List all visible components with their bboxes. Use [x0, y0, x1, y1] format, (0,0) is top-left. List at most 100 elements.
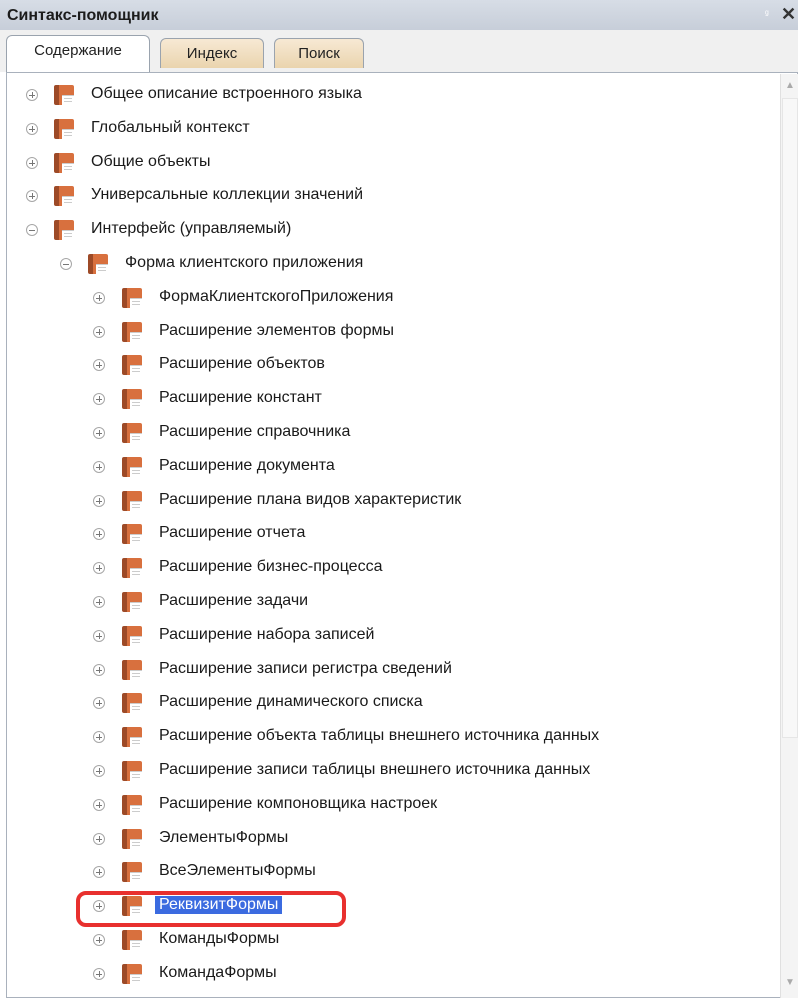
- tree-row[interactable]: Глобальный контекст: [0, 116, 778, 146]
- expand-toggle-icon[interactable]: [26, 123, 38, 135]
- book-icon: [122, 862, 142, 883]
- tree-row[interactable]: Универсальные коллекции значений: [0, 183, 778, 213]
- vertical-scrollbar[interactable]: ▲ ▼: [780, 74, 798, 998]
- tree-item-label[interactable]: Универсальные коллекции значений: [91, 186, 363, 204]
- tree-item-label[interactable]: Расширение набора записей: [159, 626, 374, 644]
- book-icon: [122, 592, 142, 613]
- expand-toggle-icon[interactable]: [93, 326, 105, 338]
- book-icon: [122, 423, 142, 444]
- book-icon: [122, 389, 142, 410]
- tree-row[interactable]: Расширение компоновщика настроек: [0, 792, 778, 822]
- tree-row[interactable]: Интерфейс (управляемый): [0, 217, 778, 247]
- expand-toggle-icon[interactable]: [93, 393, 105, 405]
- expand-toggle-icon[interactable]: [93, 596, 105, 608]
- tree-row[interactable]: Общее описание встроенного языка: [0, 82, 778, 112]
- scroll-down-arrow-icon[interactable]: ▼: [783, 976, 797, 990]
- tree-row[interactable]: ЭлементыФормы: [0, 826, 778, 856]
- expand-toggle-icon[interactable]: [26, 190, 38, 202]
- expand-toggle-icon[interactable]: [93, 731, 105, 743]
- expand-toggle-icon[interactable]: [93, 461, 105, 473]
- tree-row[interactable]: Расширение динамического списка: [0, 690, 778, 720]
- tree-row[interactable]: Расширение отчета: [0, 521, 778, 551]
- book-icon: [122, 795, 142, 816]
- tree-item-label[interactable]: ЭлементыФормы: [159, 829, 288, 847]
- expand-toggle-icon[interactable]: [93, 866, 105, 878]
- tree-item-label[interactable]: Расширение плана видов характеристик: [159, 491, 461, 509]
- tree-row[interactable]: ФормаКлиентскогоПриложения: [0, 285, 778, 315]
- tree-item-label[interactable]: КомандыФормы: [159, 930, 279, 948]
- tree-item-label[interactable]: Общие объекты: [91, 153, 211, 171]
- tree-item-label[interactable]: Форма клиентского приложения: [125, 254, 363, 272]
- tree-item-label[interactable]: Глобальный контекст: [91, 119, 250, 137]
- book-icon: [54, 85, 74, 106]
- tree-row[interactable]: Расширение плана видов характеристик: [0, 488, 778, 518]
- tree-item-label[interactable]: Расширение динамического списка: [159, 693, 423, 711]
- scroll-up-arrow-icon[interactable]: ▲: [783, 79, 797, 93]
- tree-item-label[interactable]: Расширение отчета: [159, 524, 305, 542]
- book-icon: [122, 829, 142, 850]
- tree-item-label[interactable]: Расширение элементов формы: [159, 322, 394, 340]
- expand-toggle-icon[interactable]: [93, 934, 105, 946]
- expand-toggle-icon[interactable]: [93, 292, 105, 304]
- expand-toggle-icon[interactable]: [93, 799, 105, 811]
- expand-toggle-icon[interactable]: [93, 359, 105, 371]
- expand-toggle-icon[interactable]: [93, 562, 105, 574]
- tree-row[interactable]: ВсеЭлементыФормы: [0, 859, 778, 889]
- tree-item-label[interactable]: Интерфейс (управляемый): [91, 220, 291, 238]
- expand-toggle-icon[interactable]: [93, 427, 105, 439]
- expand-toggle-icon[interactable]: [93, 765, 105, 777]
- tree-row[interactable]: Форма клиентского приложения: [0, 251, 778, 281]
- tree-row[interactable]: Расширение элементов формы: [0, 319, 778, 349]
- tab-search[interactable]: Поиск: [274, 38, 364, 68]
- close-icon[interactable]: ✕: [781, 4, 796, 25]
- pin-icon[interactable]: ᵍ: [765, 9, 769, 20]
- book-icon: [122, 558, 142, 579]
- book-icon: [122, 964, 142, 985]
- tab-contents[interactable]: Содержание: [6, 35, 150, 73]
- tree-row[interactable]: КомандыФормы: [0, 927, 778, 957]
- tree-item-label[interactable]: Расширение компоновщика настроек: [159, 795, 437, 813]
- tree-item-label[interactable]: Расширение записи регистра сведений: [159, 660, 452, 678]
- expand-toggle-icon[interactable]: [93, 968, 105, 980]
- tree-row[interactable]: Расширение записи таблицы внешнего источ…: [0, 758, 778, 788]
- expand-toggle-icon[interactable]: [93, 495, 105, 507]
- tree-item-label[interactable]: Расширение констант: [159, 389, 322, 407]
- tree-row[interactable]: Расширение справочника: [0, 420, 778, 450]
- tree-item-label[interactable]: Расширение задачи: [159, 592, 308, 610]
- tree-row[interactable]: Расширение объектов: [0, 352, 778, 382]
- expand-toggle-icon[interactable]: [93, 833, 105, 845]
- tree-item-label[interactable]: ФормаКлиентскогоПриложения: [159, 288, 393, 306]
- book-icon: [54, 153, 74, 174]
- tree-item-label[interactable]: Расширение документа: [159, 457, 335, 475]
- book-icon: [54, 119, 74, 140]
- tab-index[interactable]: Индекс: [160, 38, 264, 68]
- tree-item-label[interactable]: ВсеЭлементыФормы: [159, 862, 316, 880]
- scrollbar-thumb[interactable]: [782, 98, 798, 738]
- expand-toggle-icon[interactable]: [93, 528, 105, 540]
- tree-row[interactable]: Расширение документа: [0, 454, 778, 484]
- expand-toggle-icon[interactable]: [93, 630, 105, 642]
- tree-row[interactable]: КомандаФормы: [0, 961, 778, 991]
- tree-row[interactable]: Расширение записи регистра сведений: [0, 657, 778, 687]
- title-bar: Синтакс-помощник ᵍ ✕: [0, 0, 798, 31]
- tree-row[interactable]: Расширение набора записей: [0, 623, 778, 653]
- expand-toggle-icon[interactable]: [93, 697, 105, 709]
- tree-item-label[interactable]: КомандаФормы: [159, 964, 277, 982]
- expand-toggle-icon[interactable]: [93, 664, 105, 676]
- tree-row[interactable]: Расширение бизнес-процесса: [0, 555, 778, 585]
- collapse-toggle-icon[interactable]: [60, 258, 72, 270]
- tree-item-label[interactable]: Расширение объекта таблицы внешнего исто…: [159, 727, 599, 745]
- tree-item-label[interactable]: Расширение справочника: [159, 423, 350, 441]
- expand-toggle-icon[interactable]: [26, 89, 38, 101]
- tree-row[interactable]: Расширение констант: [0, 386, 778, 416]
- expand-toggle-icon[interactable]: [26, 157, 38, 169]
- tree-item-label[interactable]: Общее описание встроенного языка: [91, 85, 362, 103]
- collapse-toggle-icon[interactable]: [26, 224, 38, 236]
- tree-row[interactable]: Общие объекты: [0, 150, 778, 180]
- tree-item-label[interactable]: Расширение бизнес-процесса: [159, 558, 382, 576]
- tree-row[interactable]: Расширение задачи: [0, 589, 778, 619]
- tree-row[interactable]: Расширение объекта таблицы внешнего исто…: [0, 724, 778, 754]
- tab-index-label: Индекс: [186, 45, 238, 62]
- tree-item-label[interactable]: Расширение объектов: [159, 355, 325, 373]
- tree-item-label[interactable]: Расширение записи таблицы внешнего источ…: [159, 761, 590, 779]
